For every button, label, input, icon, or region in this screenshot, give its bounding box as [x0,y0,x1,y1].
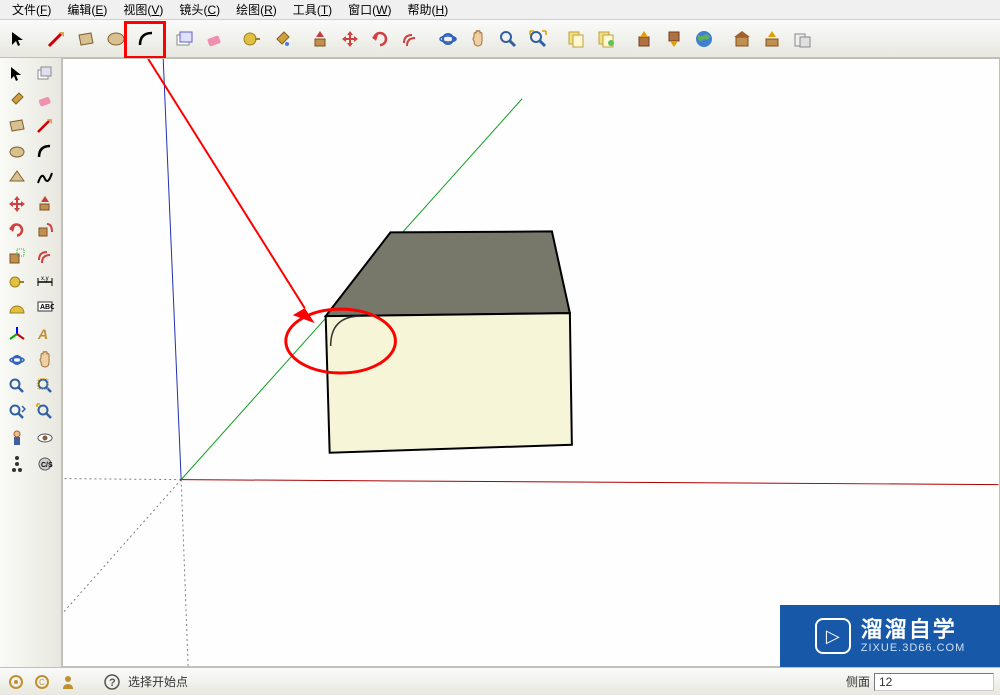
tape-measure-tool[interactable] [238,25,266,53]
share-model-tool[interactable] [660,25,688,53]
paint-icon[interactable] [4,88,30,112]
walk-icon[interactable] [4,452,30,476]
play-icon: ▷ [815,618,851,654]
status-geo-icon[interactable] [6,672,26,692]
svg-text:A: A [37,326,48,342]
viewport-svg [63,59,999,666]
status-credits-icon[interactable]: C [32,672,52,692]
zoom-extents-tool[interactable] [524,25,552,53]
menu-file[interactable]: 文件(F) [4,0,59,20]
push-pull-tool[interactable] [306,25,334,53]
arc-tool[interactable] [132,25,160,53]
protractor-icon[interactable] [4,296,30,320]
axis-blue [163,59,181,480]
status-bar: C ? 选择开始点 侧面 12 [0,667,1000,695]
menu-edit[interactable]: 编辑(E) [59,0,115,20]
rectangle-tool[interactable] [72,25,100,53]
scale-icon[interactable] [4,244,30,268]
menu-camera[interactable]: 镜头(C) [171,0,228,20]
offset-icon[interactable] [32,244,58,268]
look-around-icon[interactable] [32,426,58,450]
left-toolbar: x,y ABC A C/S [0,58,62,667]
menu-window[interactable]: 窗口(W) [340,0,399,20]
move-icon[interactable] [4,192,30,216]
export-icon[interactable] [788,25,816,53]
paint-bucket-tool[interactable] [268,25,296,53]
axis-red-neg [64,479,182,480]
select-icon[interactable] [4,62,30,86]
previous-icon[interactable] [4,400,30,424]
dimension-icon[interactable]: x,y [32,270,58,294]
pushpull-icon[interactable] [32,192,58,216]
3dtext-icon[interactable]: A [32,322,58,346]
axis-green-neg [64,480,182,613]
rotate-icon[interactable] [4,218,30,242]
component-icon[interactable] [32,62,58,86]
eraser-icon[interactable] [32,88,58,112]
svg-text:C: C [39,678,45,687]
polygon-icon[interactable] [4,166,30,190]
menu-draw[interactable]: 绘图(R) [228,0,285,20]
axis-red [181,480,998,485]
zoom-icon[interactable] [4,374,30,398]
axis-blue-neg [181,480,188,666]
status-hint: 选择开始点 [128,673,188,690]
zoom-window-icon[interactable] [32,374,58,398]
eraser-tool[interactable] [200,25,228,53]
line-icon[interactable] [32,114,58,138]
rotate-tool[interactable] [366,25,394,53]
make-component-tool[interactable] [170,25,198,53]
orbit-icon[interactable] [4,348,30,372]
arc-icon[interactable] [32,140,58,164]
svg-text:?: ? [109,677,116,689]
menu-tools[interactable]: 工具(T) [285,0,340,20]
circle-tool[interactable] [102,25,130,53]
menu-view[interactable]: 视图(V) [115,0,171,20]
text-icon[interactable]: ABC [32,296,58,320]
select-tool[interactable] [4,25,32,53]
rectangle-icon[interactable] [4,114,30,138]
menu-help[interactable]: 帮助(H) [400,0,457,20]
axes-icon[interactable] [4,322,30,346]
box-3d [326,231,572,452]
tape-icon[interactable] [4,270,30,294]
position-camera-icon[interactable] [4,426,30,450]
measure-label: 侧面 [846,673,870,690]
line-tool[interactable] [42,25,70,53]
top-toolbar [0,20,1000,58]
circle-icon[interactable] [4,140,30,164]
status-user-icon[interactable] [58,672,78,692]
section-icon[interactable]: C/S [32,452,58,476]
move-tool[interactable] [336,25,364,53]
globe-icon[interactable] [690,25,718,53]
upload-icon[interactable] [758,25,786,53]
layers-icon-2[interactable] [592,25,620,53]
svg-text:C/S: C/S [41,462,53,469]
orbit-tool[interactable] [434,25,462,53]
get-models-tool[interactable] [630,25,658,53]
layers-icon[interactable] [562,25,590,53]
followme-icon[interactable] [32,218,58,242]
pan-tool[interactable] [464,25,492,53]
help-icon[interactable]: ? [102,672,122,692]
zoom-extents-icon[interactable] [32,400,58,424]
svg-text:x,y: x,y [41,276,49,282]
watermark-main: 溜溜自学 [861,618,965,642]
freehand-icon[interactable] [32,166,58,190]
viewport-3d[interactable] [62,58,1000,667]
pan-icon[interactable] [32,348,58,372]
zoom-tool[interactable] [494,25,522,53]
watermark: ▷ 溜溜自学 ZIXUE.3D66.COM [780,605,1000,667]
annotation-arrow-line [148,59,304,308]
watermark-sub: ZIXUE.3D66.COM [861,642,965,654]
warehouse-icon[interactable] [728,25,756,53]
offset-tool[interactable] [396,25,424,53]
measure-field[interactable]: 12 [874,673,994,691]
menubar: 文件(F) 编辑(E) 视图(V) 镜头(C) 绘图(R) 工具(T) 窗口(W… [0,0,1000,20]
svg-text:ABC: ABC [40,304,54,311]
